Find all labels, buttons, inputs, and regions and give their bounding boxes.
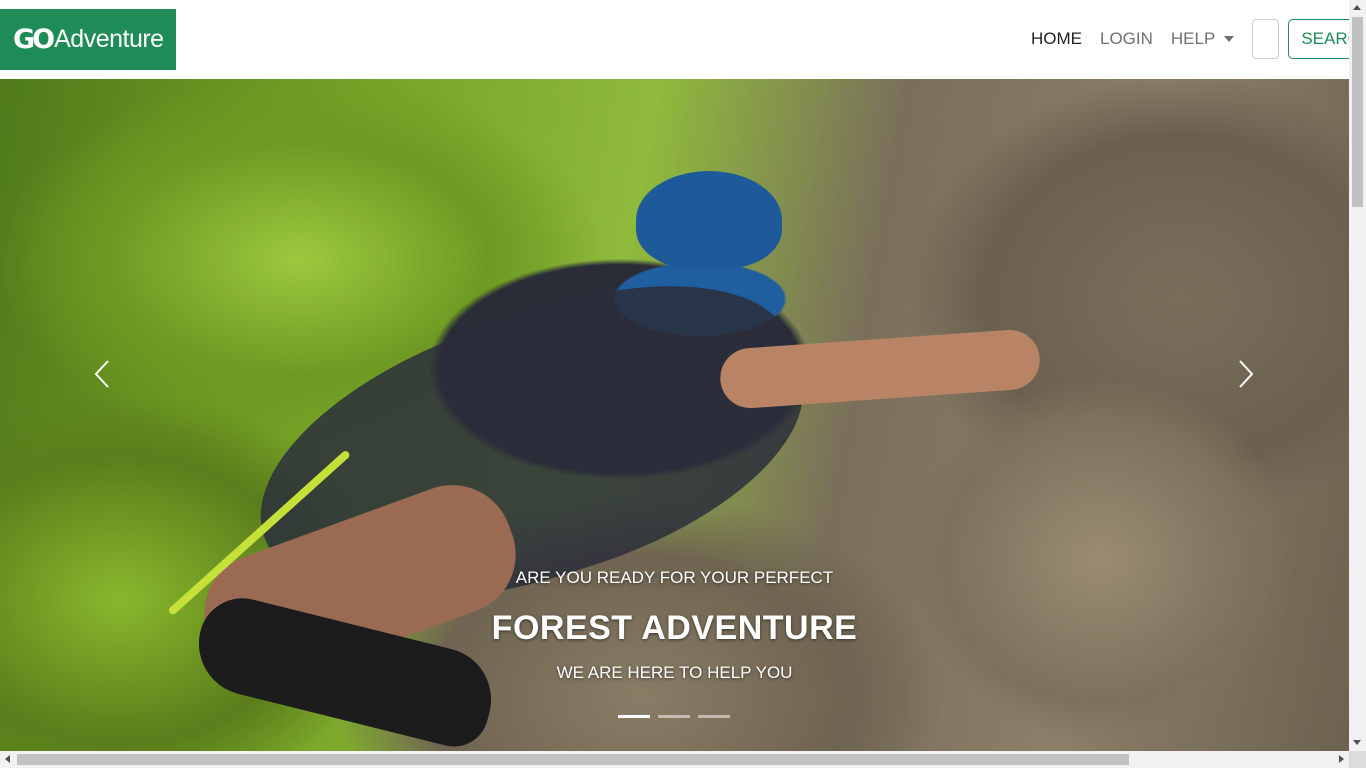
horizontal-scrollbar[interactable] <box>0 751 1349 768</box>
carousel-indicators <box>618 715 738 718</box>
vertical-scroll-thumb[interactable] <box>1352 17 1363 207</box>
scroll-down-icon[interactable] <box>1353 740 1361 745</box>
search-button[interactable]: SEARCH <box>1288 19 1349 59</box>
main-nav: HOME LOGIN HELP SEARCH <box>1031 19 1349 59</box>
navbar: GO Adventure HOME LOGIN HELP SEARCH <box>0 0 1349 79</box>
nav-help-dropdown[interactable]: HELP <box>1170 29 1235 49</box>
caret-down-icon <box>1224 36 1235 42</box>
carousel-indicator-1[interactable] <box>618 715 650 718</box>
nav-home[interactable]: HOME <box>1031 29 1082 49</box>
hero-image-helmet <box>636 171 782 269</box>
carousel-indicator-2[interactable] <box>658 715 690 718</box>
carousel-subtitle: WE ARE HERE TO HELP YOU <box>556 663 793 682</box>
brand-logo-mark: GO <box>13 24 55 55</box>
nav-login[interactable]: LOGIN <box>1100 29 1153 49</box>
chevron-left-icon <box>94 360 109 388</box>
carousel-title: FOREST ADVENTURE <box>491 609 858 647</box>
chevron-right-icon <box>1239 360 1254 388</box>
scrollbar-corner <box>1349 751 1366 768</box>
scroll-right-icon[interactable] <box>1339 755 1344 763</box>
brand-name: Adventure <box>54 25 164 53</box>
horizontal-scroll-thumb[interactable] <box>17 754 1129 765</box>
scroll-up-icon[interactable] <box>1353 5 1361 10</box>
nav-help-label: HELP <box>1170 29 1216 48</box>
carousel-pre-title: ARE YOU READY FOR YOUR PERFECT <box>515 568 834 587</box>
carousel-next-button[interactable] <box>1226 351 1266 397</box>
brand-logo[interactable]: GO Adventure <box>0 9 176 70</box>
scroll-left-icon[interactable] <box>5 755 10 763</box>
carousel-prev-button[interactable] <box>82 351 122 397</box>
vertical-scrollbar[interactable] <box>1349 0 1366 751</box>
search-input[interactable] <box>1252 19 1280 59</box>
page: GO Adventure HOME LOGIN HELP SEARCH <box>0 0 1349 751</box>
carousel-indicator-3[interactable] <box>698 715 730 718</box>
hero-carousel: ARE YOU READY FOR YOUR PERFECT FOREST AD… <box>0 79 1349 751</box>
